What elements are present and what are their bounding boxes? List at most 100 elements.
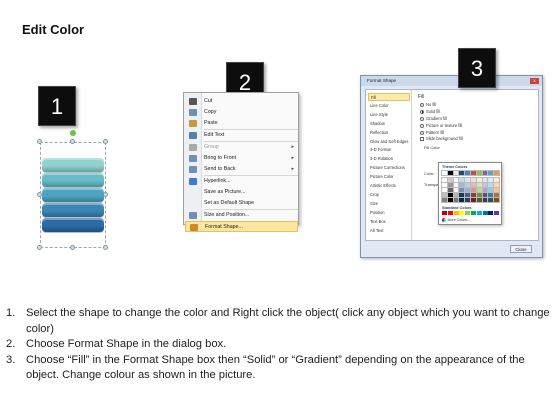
standard-color-swatch[interactable] <box>488 211 494 215</box>
standard-color-swatch[interactable] <box>453 211 459 215</box>
theme-color-swatch[interactable] <box>441 192 448 198</box>
standard-color-swatch[interactable] <box>476 211 482 215</box>
resize-handle-bc[interactable] <box>70 245 75 250</box>
theme-color-swatch[interactable] <box>493 192 501 198</box>
theme-color-swatch[interactable] <box>475 187 483 193</box>
standard-color-swatch[interactable] <box>447 211 453 215</box>
nav-item-line-color[interactable]: Line Color <box>368 102 410 110</box>
more-colors-button[interactable]: More Colors... <box>442 218 470 222</box>
theme-color-swatch[interactable] <box>475 192 483 198</box>
menu-item-copy[interactable]: Copy <box>185 107 298 118</box>
menu-item-paste[interactable]: Paste <box>185 118 298 129</box>
theme-color-swatch[interactable] <box>493 177 501 183</box>
resize-handle-bl[interactable] <box>37 245 42 250</box>
theme-color-swatch[interactable] <box>464 170 472 176</box>
theme-color-swatch[interactable] <box>446 170 454 176</box>
menu-item-hyperlink[interactable]: Hyperlink... <box>185 176 298 187</box>
theme-color-swatch[interactable] <box>458 182 466 188</box>
standard-color-swatch[interactable] <box>482 211 488 215</box>
theme-color-swatch[interactable] <box>487 170 495 176</box>
theme-color-swatch[interactable] <box>446 182 454 188</box>
theme-color-swatch[interactable] <box>441 177 448 183</box>
theme-color-swatch[interactable] <box>452 197 460 203</box>
theme-color-swatch[interactable] <box>458 170 466 176</box>
menu-item-send-to-back[interactable]: Send to Back ▸ <box>185 164 298 175</box>
nav-item-reflection[interactable]: Reflection <box>368 129 410 137</box>
theme-color-swatch[interactable] <box>487 177 495 183</box>
nav-item-shadow[interactable]: Shadow <box>368 120 410 128</box>
nav-item-text-box[interactable]: Text Box <box>368 218 410 226</box>
fill-option-gradient-fill[interactable]: Gradient fill <box>420 115 510 122</box>
theme-color-swatch[interactable] <box>481 170 489 176</box>
theme-color-swatch[interactable] <box>464 197 472 203</box>
theme-color-swatch[interactable] <box>458 192 466 198</box>
theme-color-swatch[interactable] <box>464 177 472 183</box>
theme-color-swatch[interactable] <box>441 187 448 193</box>
nav-item-alt-text[interactable]: Alt Text <box>368 227 410 235</box>
theme-color-swatch[interactable] <box>458 187 466 193</box>
theme-color-swatch[interactable] <box>452 182 460 188</box>
theme-color-swatch[interactable] <box>470 187 477 193</box>
theme-color-swatch[interactable] <box>470 197 477 203</box>
nav-item-glow-and-soft-edges[interactable]: Glow and Soft Edges <box>368 138 410 146</box>
theme-color-swatch[interactable] <box>481 177 489 183</box>
theme-color-swatch[interactable] <box>493 170 501 176</box>
theme-color-swatch[interactable] <box>487 192 495 198</box>
theme-color-swatch[interactable] <box>470 192 477 198</box>
nav-item-3-d-rotation[interactable]: 3-D Rotation <box>368 155 410 163</box>
menu-item-format-shape[interactable]: Format Shape... <box>185 221 298 232</box>
theme-color-swatch[interactable] <box>475 170 483 176</box>
theme-color-swatch[interactable] <box>475 177 483 183</box>
theme-color-swatch[interactable] <box>452 177 460 183</box>
theme-color-swatch[interactable] <box>493 187 501 193</box>
theme-color-swatch[interactable] <box>446 177 454 183</box>
resize-handle-tl[interactable] <box>37 139 42 144</box>
theme-color-swatch[interactable] <box>464 192 472 198</box>
fill-option-solid-fill[interactable]: Solid fill <box>420 108 510 115</box>
theme-color-swatch[interactable] <box>470 170 477 176</box>
theme-color-swatch[interactable] <box>452 187 460 193</box>
menu-item-save-as-picture[interactable]: Save as Picture... <box>185 187 298 198</box>
standard-color-swatch[interactable] <box>494 211 500 215</box>
theme-color-swatch[interactable] <box>493 182 501 188</box>
nav-item-picture-corrections[interactable]: Picture Corrections <box>368 164 410 172</box>
menu-item-size-and-position[interactable]: Size and Position... <box>185 210 298 221</box>
dialog-close-x-button[interactable]: x <box>530 78 539 84</box>
theme-color-swatch[interactable] <box>481 197 489 203</box>
theme-color-swatch[interactable] <box>475 182 483 188</box>
theme-color-swatch[interactable] <box>441 170 448 176</box>
theme-color-swatch[interactable] <box>446 187 454 193</box>
nav-item-artistic-effects[interactable]: Artistic Effects <box>368 182 410 190</box>
resize-handle-tc[interactable] <box>70 139 75 144</box>
theme-color-swatch[interactable] <box>452 192 460 198</box>
fill-option-picture-or-texture-fill[interactable]: Picture or texture fill <box>420 122 510 129</box>
menu-item-set-as-default-shape[interactable]: Set as Default Shape <box>185 198 298 209</box>
theme-color-swatch[interactable] <box>458 197 466 203</box>
menu-item-bring-to-front[interactable]: Bring to Front ▸ <box>185 153 298 164</box>
theme-color-swatch[interactable] <box>493 197 501 203</box>
menu-item-cut[interactable]: Cut <box>185 96 298 107</box>
standard-color-swatch[interactable] <box>471 211 476 215</box>
theme-color-swatch[interactable] <box>441 182 448 188</box>
theme-color-swatch[interactable] <box>470 182 477 188</box>
resize-handle-br[interactable] <box>103 245 108 250</box>
theme-color-swatch[interactable] <box>481 182 489 188</box>
theme-color-swatch[interactable] <box>446 192 454 198</box>
nav-item-3-d-format[interactable]: 3-D Format <box>368 146 410 154</box>
theme-color-swatch[interactable] <box>458 177 466 183</box>
fill-option-no-fill[interactable]: No fill <box>420 101 510 108</box>
theme-color-swatch[interactable] <box>481 187 489 193</box>
theme-color-swatch[interactable] <box>487 197 495 203</box>
rotation-handle[interactable] <box>70 130 76 136</box>
nav-item-crop[interactable]: Crop <box>368 191 410 199</box>
standard-color-swatch[interactable] <box>459 211 465 215</box>
theme-color-swatch[interactable] <box>464 187 472 193</box>
theme-color-swatch[interactable] <box>464 182 472 188</box>
theme-color-swatch[interactable] <box>441 197 448 203</box>
standard-color-swatch[interactable] <box>442 211 447 215</box>
theme-color-swatch[interactable] <box>446 197 454 203</box>
nav-item-picture-color[interactable]: Picture Color <box>368 173 410 181</box>
theme-color-swatch[interactable] <box>475 197 483 203</box>
resize-handle-tr[interactable] <box>103 139 108 144</box>
standard-color-swatch[interactable] <box>465 211 471 215</box>
